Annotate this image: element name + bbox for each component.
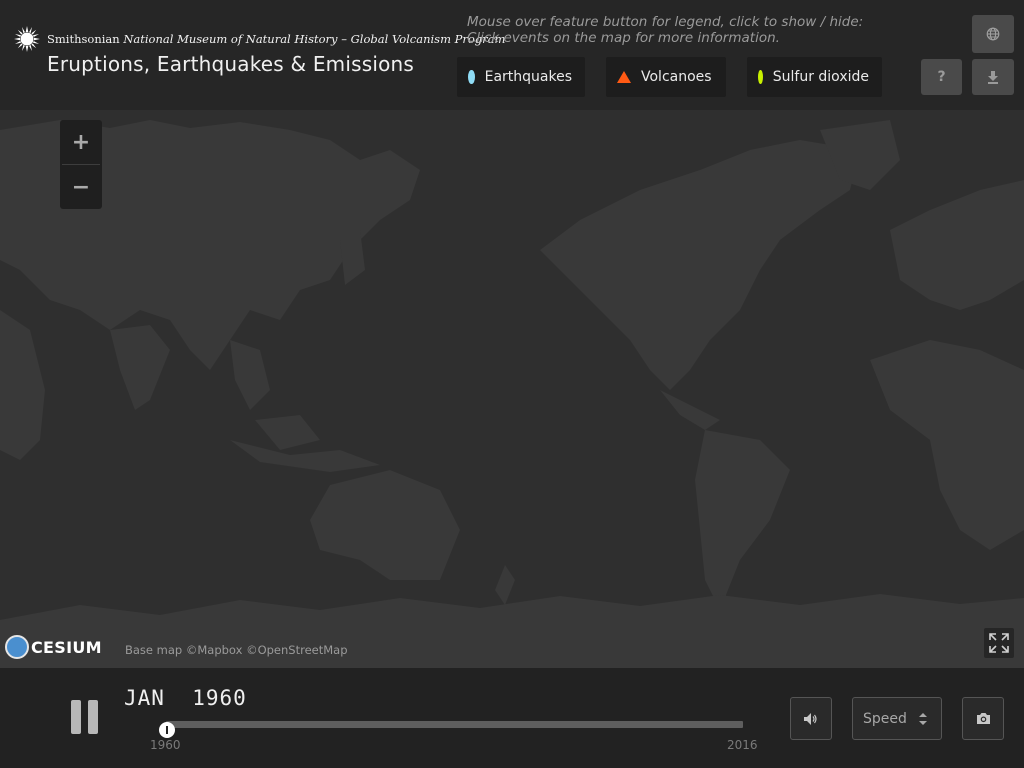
camera-icon <box>976 713 990 724</box>
current-date: JAN 1960 <box>124 686 247 710</box>
speed-select[interactable]: Speed <box>852 697 942 740</box>
cesium-logo-icon <box>5 635 29 659</box>
zoom-control: + − <box>60 120 102 209</box>
speaker-icon <box>804 712 817 725</box>
fullscreen-button[interactable] <box>984 628 1014 658</box>
landmass-india <box>110 325 170 410</box>
smithsonian-brand: Smithsonian National Museum of Natural H… <box>14 26 505 52</box>
volcano-triangle-icon <box>617 71 631 83</box>
pause-button[interactable] <box>71 700 99 734</box>
landmass-central-america <box>660 390 720 430</box>
minus-icon: − <box>71 174 91 200</box>
landmass-africa-right <box>870 340 1024 550</box>
pause-icon-bar-right <box>88 700 98 734</box>
volcanoes-label: Volcanoes <box>641 69 712 85</box>
earthquakes-label: Earthquakes <box>484 69 572 85</box>
landmass-new-zealand <box>495 565 515 605</box>
legend-hint: Mouse over feature button for legend, cl… <box>467 14 863 46</box>
globe-icon <box>986 27 1000 41</box>
smithsonian-sun-logo <box>14 26 40 52</box>
program-subtitle: National Museum of Natural History – Glo… <box>123 32 506 46</box>
fullscreen-icon <box>989 633 1009 653</box>
download-icon <box>988 70 998 84</box>
screenshot-button[interactable] <box>962 697 1004 740</box>
help-icon: ? <box>937 69 946 85</box>
sulfur-dioxide-circle-icon <box>758 70 763 84</box>
landmass-europe <box>890 180 1024 310</box>
world-map[interactable]: + − CESIUM Base map ©Mapbox ©OpenStreetM… <box>0 110 1024 668</box>
volcanoes-toggle-button[interactable]: Volcanoes <box>606 57 726 97</box>
map-attribution[interactable]: Base map ©Mapbox ©OpenStreetMap <box>125 643 348 657</box>
landmass-southeast-asia <box>230 340 320 450</box>
cesium-wordmark: CESIUM <box>31 637 102 657</box>
cesium-credit-link[interactable]: CESIUM <box>5 635 102 659</box>
landmass-south-america <box>695 430 790 610</box>
sound-button[interactable] <box>790 697 832 740</box>
hint-line-1: Mouse over feature button for legend, cl… <box>467 14 864 30</box>
timeline-bar: JAN 1960 1960 2016 Speed <box>0 668 1024 768</box>
help-button[interactable]: ? <box>921 59 962 95</box>
landmass-north-america <box>540 140 860 390</box>
timeline-slider-track[interactable] <box>166 721 743 728</box>
header-bar: Smithsonian National Museum of Natural H… <box>0 0 1024 110</box>
brand-text: Smithsonian National Museum of Natural H… <box>47 32 505 46</box>
world-basemap <box>0 120 1024 668</box>
timeline-end-year: 2016 <box>727 738 758 752</box>
earthquakes-toggle-button[interactable]: Earthquakes <box>457 57 585 97</box>
plus-icon: + <box>71 129 91 155</box>
landmass-africa-left <box>0 310 45 460</box>
zoom-in-button[interactable]: + <box>60 120 102 164</box>
timeline-start-year: 1960 <box>150 738 181 752</box>
pause-icon-bar-left <box>71 700 81 734</box>
globe-view-button[interactable] <box>972 15 1014 53</box>
hint-line-2: Click events on the map for more informa… <box>467 30 780 46</box>
zoom-out-button[interactable]: − <box>60 165 102 209</box>
page-title: Eruptions, Earthquakes & Emissions <box>47 52 415 76</box>
timeline-slider-handle[interactable] <box>159 722 175 738</box>
sulfur-dioxide-label: Sulfur dioxide <box>772 69 869 85</box>
speed-label: Speed <box>863 710 907 727</box>
earthquake-circle-icon <box>468 70 475 84</box>
institution-name: Smithsonian <box>47 32 120 46</box>
landmass-australia <box>310 470 460 580</box>
sulfur-dioxide-toggle-button[interactable]: Sulfur dioxide <box>747 57 882 97</box>
download-button[interactable] <box>972 59 1014 95</box>
select-arrows-icon <box>919 713 927 725</box>
landmass-indonesia <box>230 440 380 472</box>
